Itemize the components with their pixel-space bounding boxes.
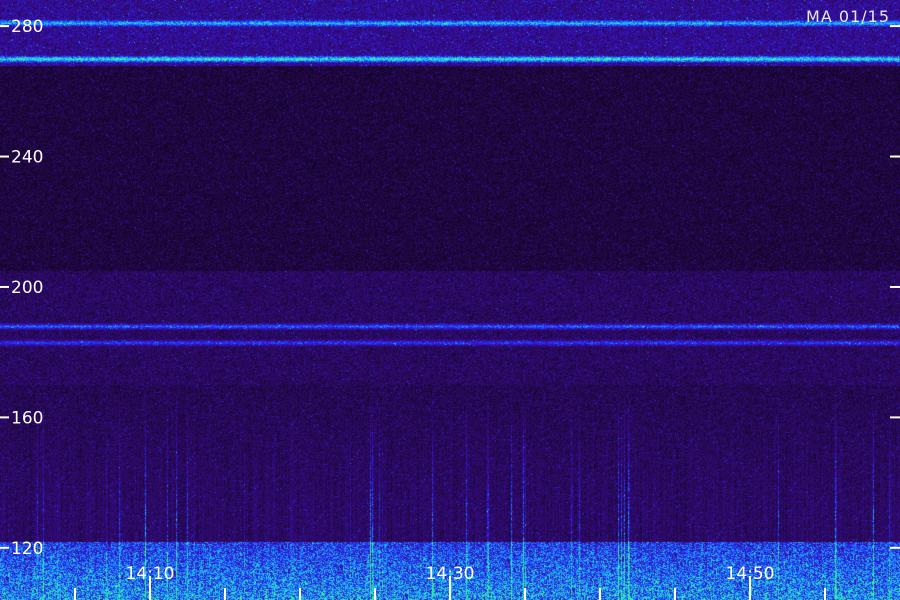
x-tick-label: 14:10: [126, 564, 175, 584]
x-tick-label: 14:50: [726, 564, 775, 584]
y-tick-label: 240: [11, 148, 43, 168]
chart-title: MA 01/15: [806, 7, 890, 26]
axes-overlay: 120 160 200 240 280 14:10 14:30 14:50 MA 01/15: [0, 7, 900, 600]
y-ticks-left: 120 160 200 240 280: [0, 17, 43, 559]
y-ticks-right: [890, 25, 900, 549]
x-tick-label: 14:30: [426, 564, 475, 584]
y-tick-label: 120: [11, 539, 43, 559]
y-tick-label: 200: [11, 278, 43, 298]
x-ticks: 14:10 14:30 14:50: [74, 564, 826, 600]
y-tick-label: 280: [11, 17, 43, 37]
y-tick-label: 160: [11, 408, 43, 428]
